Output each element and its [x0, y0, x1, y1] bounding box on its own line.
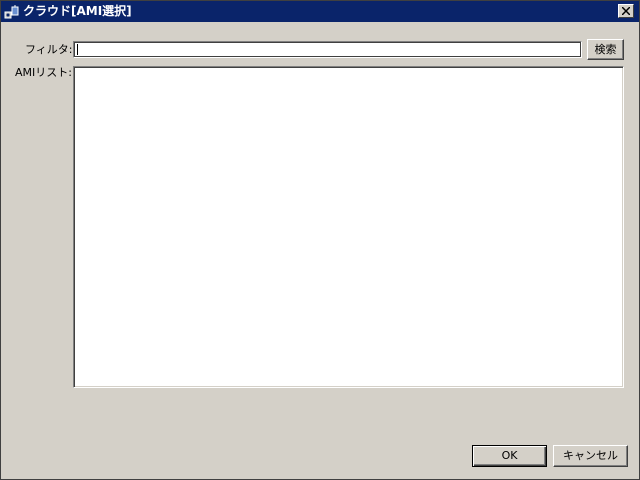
ok-button[interactable]: OK	[472, 445, 547, 467]
app-icon	[4, 4, 20, 20]
window-title: クラウド[AMI選択]	[23, 4, 132, 18]
filter-input[interactable]	[73, 41, 582, 58]
dialog-window: クラウド[AMI選択] フィルタ: 検索 AMIリスト: OK キャンセル	[0, 0, 640, 480]
filter-label: フィルタ:	[25, 43, 73, 56]
ami-list[interactable]	[73, 66, 624, 388]
search-button[interactable]: 検索	[587, 39, 624, 60]
close-icon	[622, 7, 630, 15]
close-button[interactable]	[618, 4, 634, 18]
cancel-button[interactable]: キャンセル	[553, 445, 628, 467]
text-caret	[77, 44, 78, 55]
ami-list-label: AMIリスト:	[15, 66, 72, 79]
title-bar[interactable]: クラウド[AMI選択]	[1, 1, 639, 22]
